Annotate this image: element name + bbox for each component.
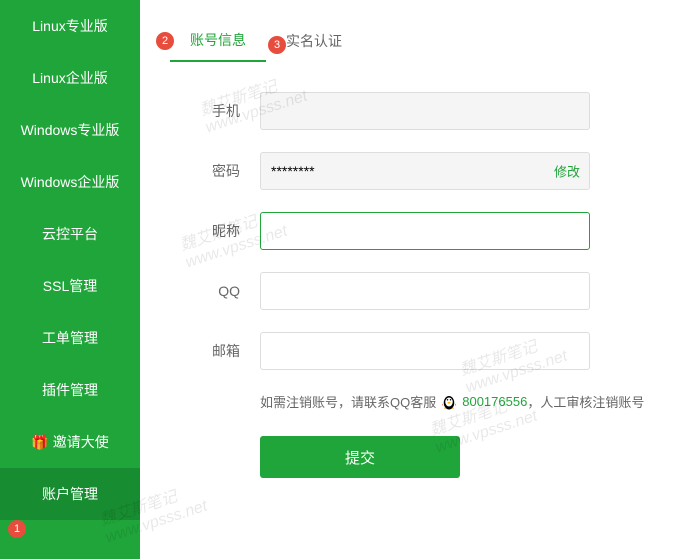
badge-annotation-1: 1 xyxy=(8,520,26,538)
password-label: 密码 xyxy=(170,161,240,181)
sidebar-item-ticket[interactable]: 工单管理 xyxy=(0,312,140,364)
phone-input[interactable] xyxy=(260,92,590,130)
sidebar-item-cloud[interactable]: 云控平台 xyxy=(0,208,140,260)
sidebar-item-linux-ent[interactable]: Linux企业版 xyxy=(0,52,140,104)
note-prefix: 如需注销账号，请联系QQ客服 xyxy=(260,392,436,411)
password-input[interactable] xyxy=(260,152,590,190)
qq-number: 800176556 xyxy=(462,394,527,409)
sidebar-item-account[interactable]: 账户管理 xyxy=(0,468,140,520)
nickname-label: 昵称 xyxy=(170,221,240,241)
form-row-email: 邮箱 xyxy=(170,332,657,370)
sidebar-item-plugin[interactable]: 插件管理 xyxy=(0,364,140,416)
sidebar-item-ssl[interactable]: SSL管理 xyxy=(0,260,140,312)
modify-password-link[interactable]: 修改 xyxy=(554,162,580,181)
form-row-nickname: 昵称 xyxy=(170,212,657,250)
note-suffix: ，人工审核注销账号 xyxy=(527,392,644,411)
sidebar-item-invite[interactable]: 🎁 邀请大使 xyxy=(0,416,140,468)
qq-penguin-icon xyxy=(440,393,458,411)
sidebar-item-windows-ent[interactable]: Windows企业版 xyxy=(0,156,140,208)
form-row-qq: QQ xyxy=(170,272,657,310)
gift-icon: 🎁 xyxy=(31,434,48,451)
main-content: 账号信息 实名认证 手机 密码 修改 昵称 QQ 邮箱 如需注销账号，请联系QQ… xyxy=(140,0,687,498)
phone-label: 手机 xyxy=(170,101,240,121)
tab-real-name[interactable]: 实名认证 xyxy=(266,21,362,61)
tab-account-info[interactable]: 账号信息 xyxy=(170,20,266,62)
sidebar-item-linux-pro[interactable]: Linux专业版 xyxy=(0,0,140,52)
nickname-input[interactable] xyxy=(260,212,590,250)
qq-input[interactable] xyxy=(260,272,590,310)
sidebar-item-label: 邀请大使 xyxy=(53,434,109,450)
submit-button[interactable]: 提交 xyxy=(260,436,460,478)
sidebar-item-windows-pro[interactable]: Windows专业版 xyxy=(0,104,140,156)
form-row-password: 密码 修改 xyxy=(170,152,657,190)
tabs: 账号信息 实名认证 xyxy=(170,20,657,62)
email-label: 邮箱 xyxy=(170,341,240,361)
qq-label: QQ xyxy=(170,283,240,299)
email-input[interactable] xyxy=(260,332,590,370)
note-row: 如需注销账号，请联系QQ客服 800176556 ，人工审核注销账号 xyxy=(260,392,657,411)
sidebar: Linux专业版 Linux企业版 Windows专业版 Windows企业版 … xyxy=(0,0,140,559)
form-row-phone: 手机 xyxy=(170,92,657,130)
